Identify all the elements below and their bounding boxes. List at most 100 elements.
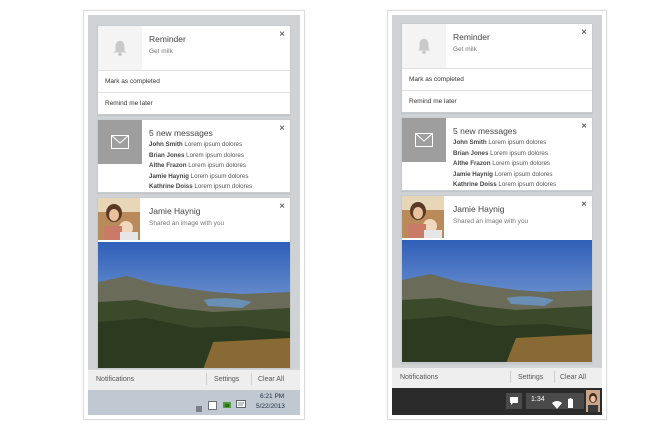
remind-later-button[interactable]: Remind me later	[98, 92, 290, 114]
close-icon[interactable]: ×	[279, 202, 285, 212]
speaker-icon[interactable]	[208, 397, 217, 410]
list-item[interactable]: John Smith Lorem ipsum dolores	[453, 138, 556, 149]
list-item[interactable]: Althe Frazon Lorem ipsum dolores	[453, 159, 556, 170]
avatar	[98, 198, 140, 240]
notification-center-chromeos: Reminder Get milk × Mark as completed Re…	[387, 10, 607, 420]
list-item[interactable]: Brian Jones Lorem ipsum dolores	[149, 151, 252, 162]
message-list: John Smith Lorem ipsum dolores Brian Jon…	[453, 138, 556, 191]
messages-icon-box	[98, 120, 142, 164]
message-preview: Lorem ipsum dolores	[190, 172, 249, 180]
sender-name: Jamie Haynig	[149, 172, 189, 180]
message-preview: Lorem ipsum dolores	[184, 141, 243, 148]
clock-time[interactable]: 6:21 PM	[260, 393, 284, 400]
reminder-notification[interactable]: Reminder Get milk × Mark as completed Re…	[97, 25, 291, 115]
list-item[interactable]: Althe Frazon Lorem ipsum dolores	[149, 161, 252, 172]
list-item[interactable]: Kathrine Doiss Lorem ipsum dolores	[149, 182, 252, 193]
network-icon[interactable]	[222, 397, 232, 408]
reminder-subtitle: Get milk	[149, 48, 173, 55]
envelope-icon	[415, 133, 433, 147]
image-share-notification[interactable]: Jamie Haynig Shared an image with you ×	[97, 197, 291, 369]
message-preview: Lorem ipsum dolores	[488, 139, 547, 146]
reminder-notification[interactable]: Reminder Get milk × Mark as completed Re…	[401, 23, 593, 113]
messages-title: 5 new messages	[453, 126, 517, 136]
reminder-icon-box	[98, 26, 142, 70]
image-share-subtitle: Shared an image with you	[453, 218, 529, 225]
image-share-notification[interactable]: Jamie Haynig Shared an image with you ×	[401, 195, 593, 363]
chat-icon[interactable]	[236, 397, 246, 408]
sender-name: Kathrine Doiss	[453, 181, 497, 188]
divider	[510, 371, 511, 383]
chromeos-shelf: 1:34	[392, 388, 602, 415]
image-share-title: Jamie Haynig	[453, 204, 505, 214]
reminder-title: Reminder	[453, 32, 490, 42]
sender-name: John Smith	[453, 139, 487, 146]
close-icon[interactable]: ×	[581, 200, 587, 210]
settings-button[interactable]: Settings	[214, 376, 239, 383]
clock-date[interactable]: 5/22/2013	[256, 403, 285, 410]
shared-photo[interactable]	[402, 240, 592, 362]
close-icon[interactable]: ×	[279, 124, 285, 134]
notification-tray-button[interactable]	[506, 393, 522, 409]
sender-name: John Smith	[149, 141, 183, 148]
reminder-title: Reminder	[149, 34, 186, 44]
wifi-icon[interactable]	[552, 396, 562, 409]
list-item[interactable]: Jamie Haynig Lorem ipsum dolores	[149, 172, 252, 183]
sender-name: Althe Frazon	[453, 160, 491, 167]
list-item[interactable]: John Smith Lorem ipsum dolores	[149, 140, 252, 151]
battery-icon[interactable]	[568, 395, 573, 408]
notification-area: Reminder Get milk × Mark as completed Re…	[392, 15, 602, 389]
list-item[interactable]: Kathrine Doiss Lorem ipsum dolores	[453, 180, 556, 191]
close-icon[interactable]: ×	[581, 28, 587, 38]
windows-taskbar: 6:21 PM 5/22/2013	[88, 390, 300, 415]
list-item[interactable]: Jamie Haynig Lorem ipsum dolores	[453, 170, 556, 181]
message-preview: Lorem ipsum dolores	[188, 162, 246, 169]
close-icon[interactable]: ×	[279, 30, 285, 40]
mark-completed-button[interactable]: Mark as completed	[402, 68, 592, 90]
messages-notification[interactable]: 5 new messages × John Smith Lorem ipsum …	[97, 119, 291, 193]
message-preview: Lorem ipsum dolores	[494, 170, 553, 178]
shared-photo[interactable]	[98, 242, 290, 368]
remind-later-button[interactable]: Remind me later	[402, 90, 592, 112]
notification-center-windows: Reminder Get milk × Mark as completed Re…	[83, 10, 305, 420]
sender-name: Brian Jones	[453, 149, 489, 157]
settings-button[interactable]: Settings	[518, 374, 543, 381]
chat-icon	[510, 397, 518, 405]
bell-icon	[113, 40, 127, 57]
sender-name: Althe Frazon	[149, 162, 187, 169]
message-preview: Lorem ipsum dolores	[492, 160, 550, 167]
envelope-icon	[111, 135, 129, 149]
reminder-icon-box	[402, 24, 446, 68]
notification-footer: Notifications Settings Clear All	[392, 367, 602, 388]
divider	[251, 373, 252, 385]
notification-area: Reminder Get milk × Mark as completed Re…	[88, 15, 300, 415]
clear-all-button[interactable]: Clear All	[560, 374, 586, 381]
avatar[interactable]	[586, 390, 600, 412]
messages-notification[interactable]: 5 new messages × John Smith Lorem ipsum …	[401, 117, 593, 191]
notification-footer: Notifications Settings Clear All	[88, 369, 300, 390]
message-preview: Lorem ipsum dolores	[194, 183, 253, 190]
list-item[interactable]: Brian Jones Lorem ipsum dolores	[453, 149, 556, 160]
flag-icon[interactable]	[196, 399, 202, 412]
clear-all-button[interactable]: Clear All	[258, 376, 284, 383]
notifications-label: Notifications	[400, 374, 439, 381]
sender-name: Brian Jones	[149, 151, 185, 159]
message-list: John Smith Lorem ipsum dolores Brian Jon…	[149, 140, 252, 193]
divider	[554, 371, 555, 383]
clock-time[interactable]: 1:34	[531, 396, 545, 403]
sender-name: Kathrine Doiss	[149, 183, 193, 190]
reminder-subtitle: Get milk	[453, 46, 477, 53]
divider	[206, 373, 207, 385]
message-preview: Lorem ipsum dolores	[498, 181, 557, 188]
message-preview: Lorem ipsum dolores	[186, 151, 244, 159]
mark-completed-button[interactable]: Mark as completed	[98, 70, 290, 92]
message-preview: Lorem ipsum dolores	[490, 149, 548, 157]
sender-name: Jamie Haynig	[453, 170, 493, 178]
close-icon[interactable]: ×	[581, 122, 587, 132]
messages-icon-box	[402, 118, 446, 162]
avatar	[402, 196, 444, 238]
image-share-title: Jamie Haynig	[149, 206, 201, 216]
image-share-subtitle: Shared an image with you	[149, 220, 225, 227]
bell-icon	[417, 38, 431, 55]
notifications-label: Notifications	[96, 376, 135, 383]
messages-title: 5 new messages	[149, 128, 213, 138]
